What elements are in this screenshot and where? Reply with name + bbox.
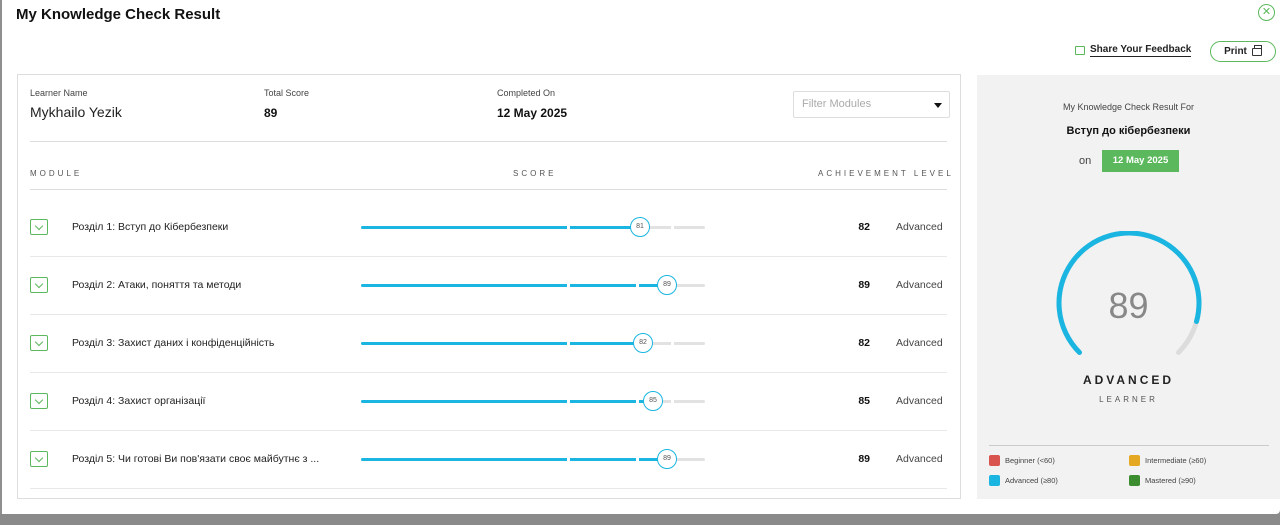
share-feedback-link[interactable]: Share Your Feedback	[1075, 44, 1192, 57]
bar-segment-gap	[567, 283, 570, 288]
bar-segment-gap	[567, 341, 570, 346]
bar-segment-gap	[636, 399, 639, 404]
total-score-label: Total Score	[264, 88, 310, 98]
module-name: Розділ 2: Атаки, поняття та методи	[72, 279, 242, 291]
legend-swatch	[989, 475, 1000, 486]
score-bar-fill	[361, 284, 667, 287]
gauge-score: 89	[1108, 285, 1149, 326]
expand-toggle[interactable]	[30, 393, 48, 409]
learner-name: Mykhailo Yezik	[30, 104, 122, 120]
legend-label: Intermediate (≥60)	[1145, 456, 1207, 465]
module-row: Розділ 1: Вступ до Кібербезпеки 81 82 Ad…	[30, 199, 947, 257]
module-row: Розділ 4: Захист організації 85 85 Advan…	[30, 373, 947, 431]
score-bar-fill	[361, 458, 667, 461]
divider	[989, 445, 1269, 446]
modal-title: My Knowledge Check Result	[16, 6, 221, 23]
expand-toggle[interactable]	[30, 277, 48, 293]
result-modal: My Knowledge Check Result ✕ Share Your F…	[2, 0, 1280, 514]
achievement-level: ADVANCED	[1082, 373, 1175, 387]
legend-swatch	[989, 455, 1000, 466]
background-strip	[0, 514, 1280, 525]
module-score: 89	[858, 453, 870, 465]
total-score: 89	[264, 106, 278, 120]
completed-date: 12 May 2025	[497, 106, 568, 120]
course-title: Вступ до кібербезпеки	[1066, 125, 1191, 137]
module-score: 82	[858, 337, 870, 349]
learner-label: LEARNER	[1099, 395, 1158, 404]
bar-segment-gap	[671, 225, 674, 230]
module-level: Advanced	[896, 337, 943, 349]
results-panel: Learner Name Mykhailo Yezik Total Score …	[17, 74, 961, 499]
score-marker: 85	[643, 391, 663, 411]
bar-segment-gap	[567, 225, 570, 230]
expand-toggle[interactable]	[30, 335, 48, 351]
legend-item: Advanced (≥80)	[989, 475, 1058, 486]
close-button[interactable]: ✕	[1258, 4, 1275, 21]
score-bar-fill	[361, 342, 643, 345]
module-name: Розділ 5: Чи готові Ви пов'язати своє ма…	[72, 453, 320, 465]
score-bar-fill	[361, 226, 640, 229]
module-name: Розділ 1: Вступ до Кібербезпеки	[72, 221, 229, 233]
bar-segment-gap	[567, 457, 570, 462]
column-header-achievement: ACHIEVEMENT LEVEL	[818, 169, 954, 178]
expand-toggle[interactable]	[30, 451, 48, 467]
module-row: Розділ 5: Чи готові Ви пов'язати своє ма…	[30, 431, 947, 489]
score-marker: 89	[657, 449, 677, 469]
legend-item: Intermediate (≥60)	[1129, 455, 1206, 466]
module-level: Advanced	[896, 221, 943, 233]
score-bar: 82	[361, 333, 705, 353]
print-label: Print	[1224, 46, 1247, 57]
module-name: Розділ 3: Захист даних і конфіденційніст…	[72, 337, 275, 349]
date-badge: 12 May 2025	[1102, 150, 1179, 172]
bar-segment-gap	[636, 283, 639, 288]
score-bar: 89	[361, 275, 705, 295]
printer-icon	[1251, 44, 1262, 56]
expand-toggle[interactable]	[30, 219, 48, 235]
module-score: 89	[858, 279, 870, 291]
legend-item: Mastered (≥90)	[1129, 475, 1196, 486]
score-bar: 89	[361, 449, 705, 469]
summary-panel: My Knowledge Check Result For Вступ до к…	[977, 75, 1280, 499]
module-row: Розділ 3: Захист даних і конфіденційніст…	[30, 315, 947, 373]
score-bar: 85	[361, 391, 705, 411]
module-score: 82	[858, 221, 870, 233]
filter-modules-select[interactable]: Filter Modules	[793, 91, 950, 118]
divider	[30, 141, 947, 142]
bar-segment-gap	[636, 457, 639, 462]
message-icon	[1075, 46, 1085, 55]
score-bar: 81	[361, 217, 705, 237]
module-level: Advanced	[896, 395, 943, 407]
score-marker: 82	[633, 333, 653, 353]
legend-item: Beginner (<60)	[989, 455, 1055, 466]
bar-segment-gap	[671, 341, 674, 346]
summary-title: My Knowledge Check Result For	[1062, 102, 1195, 112]
divider	[30, 189, 947, 190]
bar-segment-gap	[671, 399, 674, 404]
module-row: Розділ 2: Атаки, поняття та методи 89 89…	[30, 257, 947, 315]
module-level: Advanced	[896, 279, 943, 291]
print-button[interactable]: Print	[1210, 41, 1276, 62]
bar-segment-gap	[567, 399, 570, 404]
score-marker: 81	[630, 217, 650, 237]
score-bar-fill	[361, 400, 653, 403]
close-icon: ✕	[1261, 6, 1272, 18]
module-name: Розділ 4: Захист організації	[72, 395, 206, 407]
learner-name-label: Learner Name	[30, 88, 88, 98]
module-level: Advanced	[896, 453, 943, 465]
legend-label: Advanced (≥80)	[1005, 476, 1058, 485]
share-feedback-label: Share Your Feedback	[1090, 44, 1192, 57]
on-label: on	[1079, 155, 1092, 167]
legend-swatch	[1129, 455, 1140, 466]
score-marker: 89	[657, 275, 677, 295]
completed-on-label: Completed On	[497, 88, 556, 98]
column-header-module: MODULE	[30, 169, 83, 178]
legend-label: Beginner (<60)	[1005, 456, 1055, 465]
caret-down-icon	[934, 103, 942, 108]
filter-placeholder: Filter Modules	[802, 98, 872, 110]
column-header-score: SCORE	[513, 169, 557, 178]
legend-swatch	[1129, 475, 1140, 486]
module-score: 85	[858, 395, 870, 407]
legend-label: Mastered (≥90)	[1145, 476, 1196, 485]
